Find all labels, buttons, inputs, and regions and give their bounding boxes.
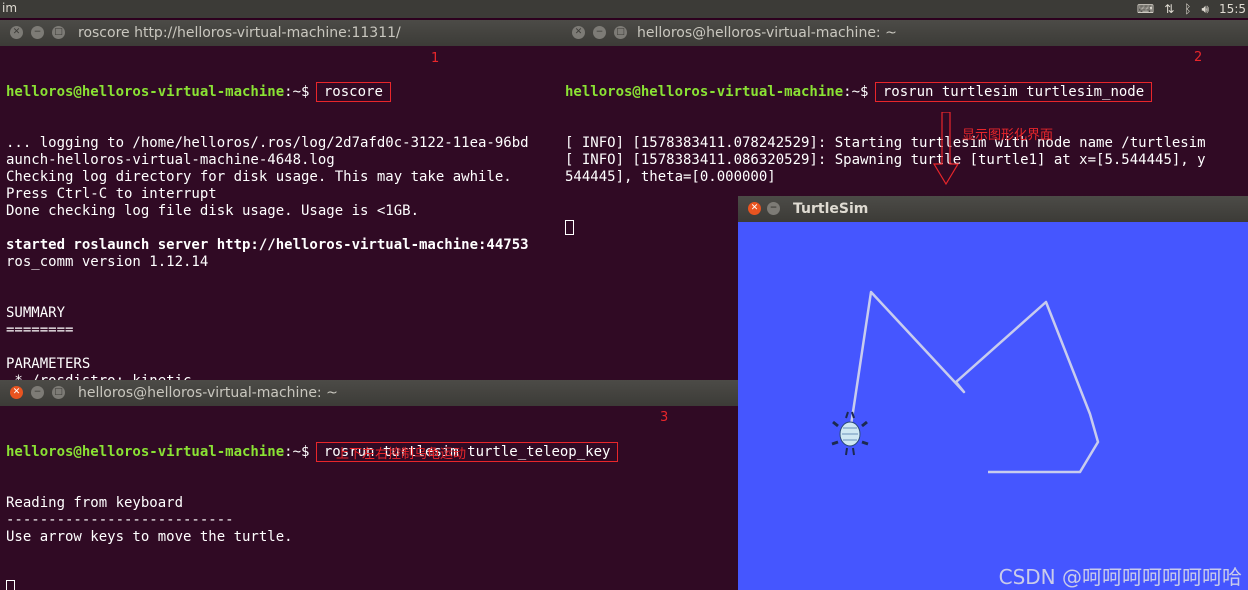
turtlesim-titlebar[interactable]: ✕ − TurtleSim (738, 196, 1248, 222)
maximize-icon[interactable]: □ (52, 386, 65, 399)
system-top-bar: im ⌨ ⇅ ᛒ 🔊︎ 15:5 (0, 0, 1248, 18)
turtlesim-canvas: CSDN @呵呵呵呵呵呵呵哈 (738, 222, 1248, 590)
terminal-line: Reading from keyboard (6, 495, 184, 511)
step-badge: 1 (431, 51, 440, 66)
terminal-line: Done checking log file disk usage. Usage… (6, 203, 420, 219)
terminal-line: [ INFO] [1578383411.086320529]: Spawning… (565, 152, 1206, 168)
turtle-icon[interactable] (830, 410, 870, 456)
bluetooth-icon[interactable]: ᛒ (1184, 0, 1191, 18)
down-arrow-icon (932, 112, 960, 186)
prompt-user: helloros@helloros-virtual-machine (6, 84, 285, 100)
clock[interactable]: 15:5 (1219, 0, 1246, 18)
terminal-line: Checking log directory for disk usage. T… (6, 169, 512, 185)
minimize-icon[interactable]: − (767, 202, 780, 215)
terminal-line: ======== (6, 322, 74, 338)
window-title: roscore http://helloros-virtual-machine:… (78, 25, 401, 41)
window-title: helloros@helloros-virtual-machine: ~ (637, 25, 897, 41)
terminal-line: 544445], theta=[0.000000] (565, 169, 776, 185)
window-title: helloros@helloros-virtual-machine: ~ (78, 385, 338, 401)
close-icon[interactable]: ✕ (748, 202, 761, 215)
annotation-gui: 显示图形化界面 (962, 128, 1054, 143)
turtle-path (848, 290, 1100, 474)
terminal-line: PARAMETERS (6, 356, 91, 372)
minimize-icon[interactable]: − (31, 26, 44, 39)
terminal-line: aunch-helloros-virtual-machine-4648.log (6, 152, 335, 168)
prompt-suffix: :~$ (843, 84, 877, 100)
terminal-line: --------------------------- (6, 512, 234, 528)
turtlesim-node-titlebar[interactable]: ✕ − □ helloros@helloros-virtual-machine:… (562, 20, 1248, 46)
app-name: im (2, 1, 18, 15)
terminal-output[interactable]: helloros@helloros-virtual-machine:~$ ros… (0, 406, 738, 590)
prompt-user: helloros@helloros-virtual-machine (565, 84, 844, 100)
minimize-icon[interactable]: − (31, 386, 44, 399)
teleop-titlebar[interactable]: ✕ − □ helloros@helloros-virtual-machine:… (0, 380, 738, 406)
close-icon[interactable]: ✕ (572, 26, 585, 39)
terminal-line: Use arrow keys to move the turtle. (6, 529, 293, 545)
prompt-suffix: :~$ (284, 84, 318, 100)
teleop-terminal-window[interactable]: ✕ − □ helloros@helloros-virtual-machine:… (0, 380, 738, 590)
keyboard-icon[interactable]: ⌨ (1137, 0, 1154, 18)
text-cursor (565, 220, 574, 235)
prompt-user: helloros@helloros-virtual-machine (6, 444, 285, 460)
indicator-area: ⌨ ⇅ ᛒ 🔊︎ 15:5 (1137, 0, 1248, 18)
close-icon[interactable]: ✕ (10, 26, 23, 39)
annotation-control: 上下左右控制乌龟运动 (336, 447, 467, 462)
command-text: roscore (315, 82, 391, 102)
step-badge: 2 (1194, 50, 1203, 65)
watermark: CSDN @呵呵呵呵呵呵呵哈 (998, 565, 1242, 589)
terminal-line: SUMMARY (6, 305, 66, 321)
command-text: rosrun turtlesim turtlesim_node (874, 82, 1153, 102)
volume-icon[interactable]: 🔊︎ (1201, 0, 1209, 18)
terminal-line: [ INFO] [1578383411.078242529]: Starting… (565, 135, 1206, 151)
close-icon[interactable]: ✕ (10, 386, 23, 399)
terminal-output[interactable]: helloros@helloros-virtual-machine:~$ ros… (0, 46, 562, 380)
terminal-line: * /rosdistro: kinetic (6, 373, 562, 380)
terminal-line: started roslaunch server http://helloros… (6, 237, 529, 253)
network-icon[interactable]: ⇅ (1164, 0, 1174, 18)
terminal-line: ros_comm version 1.12.14 (6, 254, 209, 270)
roscore-terminal-window[interactable]: ✕ − □ roscore http://helloros-virtual-ma… (0, 20, 562, 380)
text-cursor (6, 580, 15, 590)
window-title: TurtleSim (793, 201, 869, 217)
maximize-icon[interactable]: □ (614, 26, 627, 39)
maximize-icon[interactable]: □ (52, 26, 65, 39)
prompt-suffix: :~$ (284, 444, 318, 460)
step-badge: 3 (660, 410, 669, 425)
roscore-titlebar[interactable]: ✕ − □ roscore http://helloros-virtual-ma… (0, 20, 562, 46)
turtlesim-window[interactable]: ✕ − TurtleSim CSDN @呵呵呵呵呵呵呵哈 (738, 196, 1248, 590)
terminal-line: ... logging to /home/helloros/.ros/log/2… (6, 135, 529, 151)
terminal-line: Press Ctrl-C to interrupt (6, 186, 217, 202)
minimize-icon[interactable]: − (593, 26, 606, 39)
